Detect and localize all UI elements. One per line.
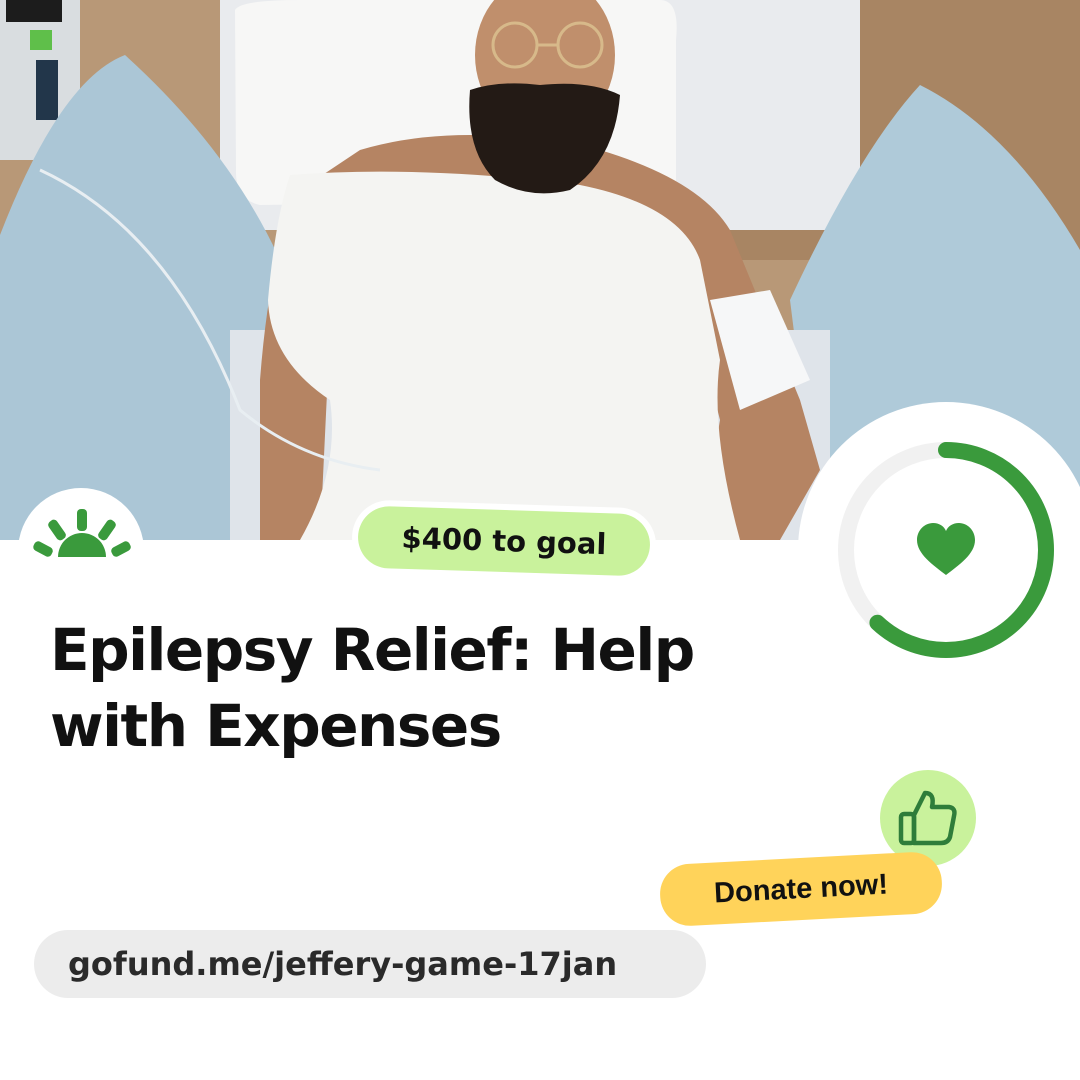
fundraiser-link[interactable]: gofund.me/jeffery-game-17jan — [34, 930, 706, 998]
sunrise-logo-icon — [33, 509, 131, 557]
thumbs-up-badge — [880, 770, 976, 866]
thumbs-up-icon — [898, 790, 957, 846]
campaign-title: Epilepsy Relief: Help with Expenses — [50, 616, 695, 760]
heart-icon — [917, 523, 975, 575]
progress-ring — [838, 442, 1054, 658]
goal-remaining-badge: $400 to goal — [357, 505, 651, 577]
fundraiser-card: $400 to goal Epilepsy Relief: Help with … — [0, 0, 1080, 1080]
